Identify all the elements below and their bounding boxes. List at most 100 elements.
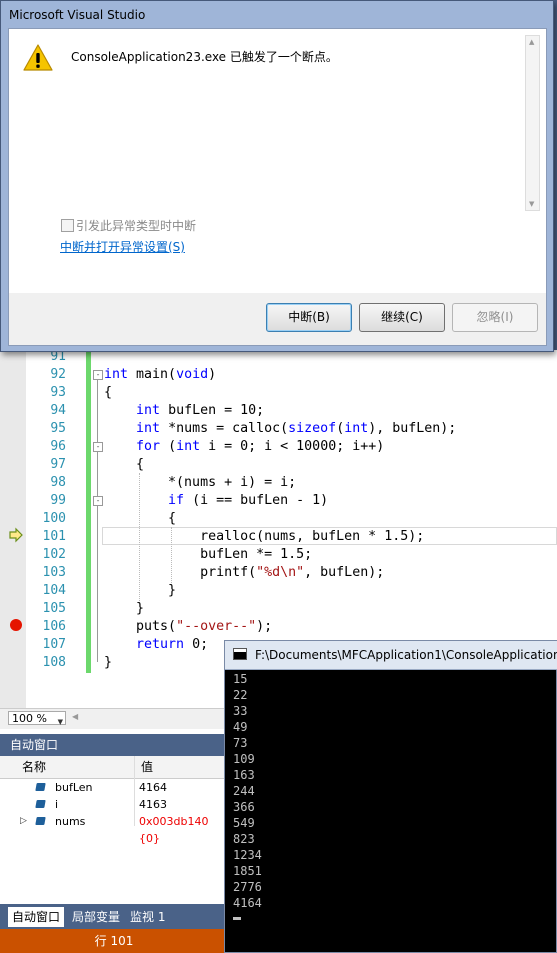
code-line[interactable]: }: [104, 654, 112, 672]
line-number: 98: [50, 475, 66, 490]
console-line: 823: [233, 832, 255, 846]
console-line: 22: [233, 688, 248, 702]
autos-tab-strip: 自动窗口 局部变量 监视 1: [0, 904, 228, 929]
scroll-up-icon[interactable]: ▲: [529, 38, 534, 46]
line-number: 101: [42, 529, 66, 544]
code-line[interactable]: *(nums + i) = i;: [104, 474, 296, 492]
scroll-left-icon[interactable]: ◀: [72, 712, 78, 721]
autos-title: 自动窗口: [0, 734, 228, 756]
console-line: 73: [233, 736, 248, 750]
tab-autos[interactable]: 自动窗口: [8, 907, 65, 927]
expand-arrow-icon[interactable]: ▷: [20, 813, 27, 830]
line-number: 95: [50, 421, 66, 436]
line-number: 97: [50, 457, 66, 472]
open-exception-settings-link[interactable]: 中断并打开异常设置(S): [60, 238, 185, 255]
scroll-down-icon[interactable]: ▼: [529, 200, 534, 208]
line-number: 106: [42, 619, 66, 634]
console-line: 1234: [233, 848, 262, 862]
console-line: 163: [233, 768, 255, 782]
console-cursor: [233, 917, 241, 920]
code-line[interactable]: realloc(nums, bufLen * 1.5);: [104, 528, 424, 546]
fold-toggle-icon[interactable]: -: [93, 496, 103, 506]
code-line[interactable]: }: [104, 582, 176, 600]
current-statement-arrow-icon: [9, 527, 23, 543]
fold-guide-line: [97, 380, 98, 662]
line-number: 102: [42, 547, 66, 562]
warning-icon: [23, 44, 53, 71]
change-bar: [86, 350, 91, 673]
console-line: 549: [233, 816, 255, 830]
fold-toggle-icon[interactable]: -: [93, 370, 103, 380]
code-line[interactable]: {: [104, 456, 144, 474]
dialog-message-area: ConsoleApplication23.exe 已触发了一个断点。 ▲ ▼ 引…: [9, 29, 546, 293]
line-number: 105: [42, 601, 66, 616]
column-value[interactable]: 值: [141, 756, 153, 778]
code-line[interactable]: int *nums = calloc(sizeof(int), bufLen);: [104, 420, 456, 438]
console-icon: [233, 648, 247, 660]
line-number: 93: [50, 385, 66, 400]
console-line: 2776: [233, 880, 262, 894]
code-line[interactable]: for (int i = 0; i < 10000; i++): [104, 438, 384, 456]
line-number: 99: [50, 493, 66, 508]
console-window[interactable]: F:\Documents\MFCApplication1\ConsoleAppl…: [224, 640, 557, 953]
autos-header: 名称 值: [0, 756, 228, 779]
code-line[interactable]: }: [104, 600, 144, 618]
ignore-button[interactable]: 忽略(I): [452, 303, 538, 332]
code-line[interactable]: if (i == bufLen - 1): [104, 492, 328, 510]
chevron-down-icon: ▼: [57, 718, 63, 726]
tab-watch-1[interactable]: 监视 1: [126, 907, 169, 927]
autos-row[interactable]: bufLen 4164: [0, 779, 228, 796]
code-line[interactable]: return 0;: [104, 636, 208, 654]
variable-value: 4163: [139, 798, 167, 811]
variable-icon: [35, 783, 46, 791]
autos-row[interactable]: ▷ nums 0x003db140 {0}: [0, 813, 228, 845]
status-line-number: 行 101: [94, 934, 134, 948]
autos-row[interactable]: i 4163: [0, 796, 228, 813]
line-number: 100: [42, 511, 66, 526]
editor-zoom-bar: 100 % ▼ ◀: [0, 708, 230, 729]
break-on-exception-checkbox[interactable]: [61, 219, 74, 232]
dialog-title: Microsoft Visual Studio: [9, 8, 146, 22]
code-line[interactable]: printf("%d\n", bufLen);: [104, 564, 384, 582]
code-line[interactable]: {: [104, 510, 176, 528]
variable-name: nums: [55, 815, 86, 828]
code-line[interactable]: bufLen *= 1.5;: [104, 546, 312, 564]
variable-value: 4164: [139, 781, 167, 794]
tab-locals[interactable]: 局部变量: [68, 907, 124, 927]
column-name[interactable]: 名称: [22, 756, 46, 778]
code-line[interactable]: int bufLen = 10;: [104, 402, 264, 420]
line-number: 108: [42, 655, 66, 670]
dialog-body: ConsoleApplication23.exe 已触发了一个断点。 ▲ ▼ 引…: [8, 28, 547, 346]
line-number: 107: [42, 637, 66, 652]
zoom-select[interactable]: 100 % ▼: [8, 711, 66, 726]
dialog-scrollbar[interactable]: ▲ ▼: [525, 35, 540, 211]
break-on-exception-label: 引发此异常类型时中断: [76, 219, 197, 233]
variable-name: bufLen: [55, 781, 93, 794]
break-button[interactable]: 中断(B): [266, 303, 352, 332]
code-line[interactable]: puts("--over--");: [104, 618, 272, 636]
autos-window: 自动窗口 名称 值 bufLen 4164 i 4163 ▷ nums 0x00…: [0, 734, 228, 929]
dialog-message: ConsoleApplication23.exe 已触发了一个断点。: [71, 50, 338, 64]
continue-button[interactable]: 继续(C): [359, 303, 445, 332]
line-number: 92: [50, 367, 66, 382]
line-number: 94: [50, 403, 66, 418]
fold-toggle-icon[interactable]: -: [93, 442, 103, 452]
console-line: 109: [233, 752, 255, 766]
variable-icon: [35, 800, 46, 808]
line-number: 103: [42, 565, 66, 580]
variable-value: 0x003db140 {0}: [139, 815, 209, 845]
breakpoint-icon[interactable]: [10, 619, 22, 631]
variable-name: i: [55, 798, 59, 811]
breakpoint-dialog: Microsoft Visual Studio ConsoleApplicati…: [0, 0, 554, 352]
console-line: 1851: [233, 864, 262, 878]
console-line: 366: [233, 800, 255, 814]
line-number: 104: [42, 583, 66, 598]
line-number: 96: [50, 439, 66, 454]
code-line[interactable]: {: [104, 384, 112, 402]
code-line[interactable]: int main(void): [104, 366, 216, 384]
console-line: 244: [233, 784, 255, 798]
console-line: 49: [233, 720, 248, 734]
console-titlebar[interactable]: F:\Documents\MFCApplication1\ConsoleAppl…: [225, 641, 557, 670]
console-line: 4164: [233, 896, 262, 910]
variable-icon: [35, 817, 46, 825]
